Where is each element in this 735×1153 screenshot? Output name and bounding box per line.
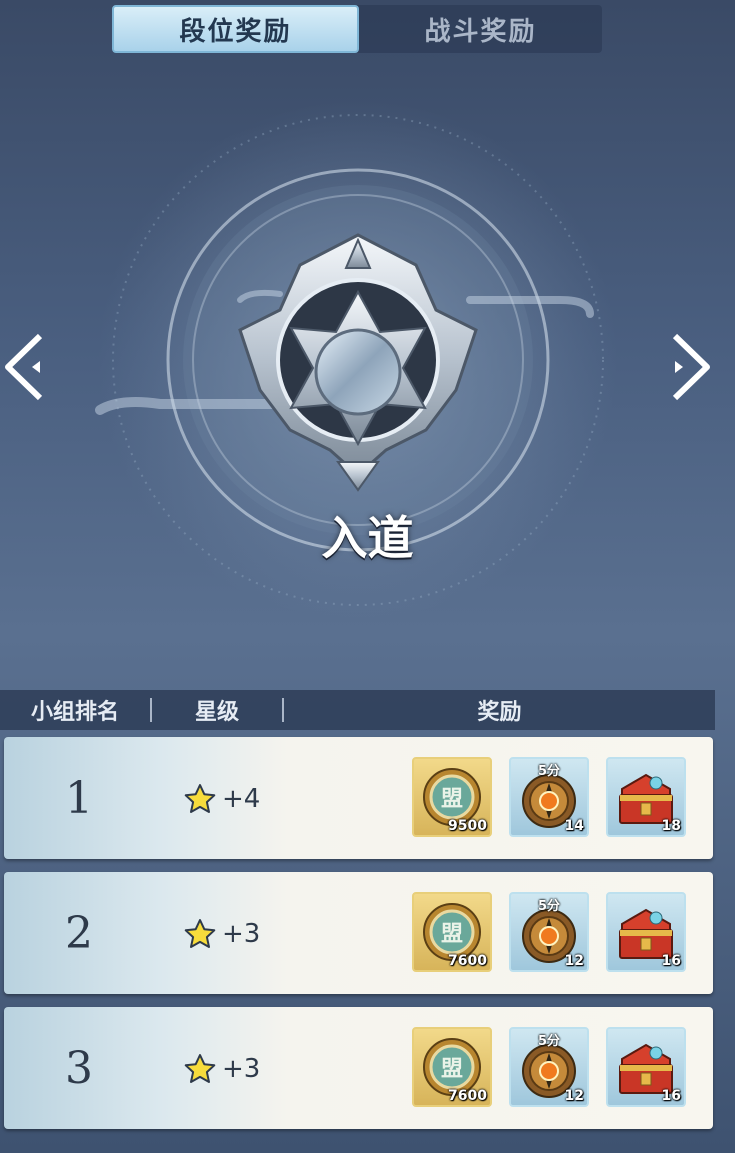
reward-count: 14 xyxy=(564,818,584,834)
header-group-rank: 小组排名 xyxy=(30,700,119,725)
coin-glyph: 盟 xyxy=(441,787,463,812)
reward-items: 盟 7600 5分 12 16 xyxy=(412,1027,686,1107)
coin-glyph: 盟 xyxy=(441,1057,463,1082)
next-rank-arrow-icon[interactable] xyxy=(663,332,713,402)
reward-item[interactable]: 盟 7600 xyxy=(412,892,492,972)
rank-emblem-background xyxy=(95,100,618,620)
reward-item[interactable]: 16 xyxy=(606,1027,686,1107)
star-gain-value: +3 xyxy=(222,1054,261,1084)
reward-tag: 5分 xyxy=(537,899,561,914)
reward-count: 7600 xyxy=(448,1088,487,1104)
reward-count: 16 xyxy=(661,1088,681,1104)
reward-count: 7600 xyxy=(448,953,487,969)
reward-row: 3 +3 盟 7600 5分 12 16 xyxy=(4,1007,713,1129)
star-gain-value: +4 xyxy=(222,784,261,814)
star-gain: +4 xyxy=(184,783,260,815)
reward-tag: 5分 xyxy=(537,1034,561,1049)
reward-item[interactable]: 16 xyxy=(606,892,686,972)
reward-count: 18 xyxy=(661,818,681,834)
tab-battle-reward[interactable]: 战斗奖励 xyxy=(359,5,602,53)
coin-glyph: 盟 xyxy=(441,922,463,947)
header-stars: 星级 xyxy=(194,700,239,725)
reward-item[interactable]: 5分 14 xyxy=(509,757,589,837)
reward-item[interactable]: 盟 9500 xyxy=(412,757,492,837)
star-icon xyxy=(184,919,216,948)
star-gain: +3 xyxy=(184,1053,260,1085)
prev-rank-arrow-icon[interactable] xyxy=(2,332,52,402)
tab-rank-reward[interactable]: 段位奖励 xyxy=(112,5,359,53)
reward-count: 12 xyxy=(564,1088,584,1104)
reward-row: 2 +3 盟 7600 5分 12 16 xyxy=(4,872,713,994)
reward-count: 16 xyxy=(661,953,681,969)
group-rank-number: 3 xyxy=(65,1043,93,1094)
reward-count: 9500 xyxy=(448,818,487,834)
rank-name: 入道 xyxy=(321,511,414,565)
reward-items: 盟 9500 5分 14 18 xyxy=(412,757,686,837)
reward-item[interactable]: 5分 12 xyxy=(509,1027,589,1107)
star-gain-value: +3 xyxy=(222,919,261,949)
reward-item[interactable]: 18 xyxy=(606,757,686,837)
reward-count: 12 xyxy=(564,953,584,969)
reward-tag: 5分 xyxy=(537,764,561,779)
group-rank-number: 1 xyxy=(65,773,93,824)
reward-table-header: 小组排名 星级 奖励 xyxy=(0,690,715,730)
header-reward: 奖励 xyxy=(477,700,522,725)
star-icon xyxy=(184,784,216,813)
group-rank-number: 2 xyxy=(65,908,93,959)
reward-row: 1 +4 盟 9500 5分 14 18 xyxy=(4,737,713,859)
reward-item[interactable]: 盟 7600 xyxy=(412,1027,492,1107)
reward-item[interactable]: 5分 12 xyxy=(509,892,589,972)
star-icon xyxy=(184,1054,216,1083)
reward-items: 盟 7600 5分 12 16 xyxy=(412,892,686,972)
star-gain: +3 xyxy=(184,918,260,950)
tab-bar: 段位奖励 战斗奖励 xyxy=(112,5,602,53)
